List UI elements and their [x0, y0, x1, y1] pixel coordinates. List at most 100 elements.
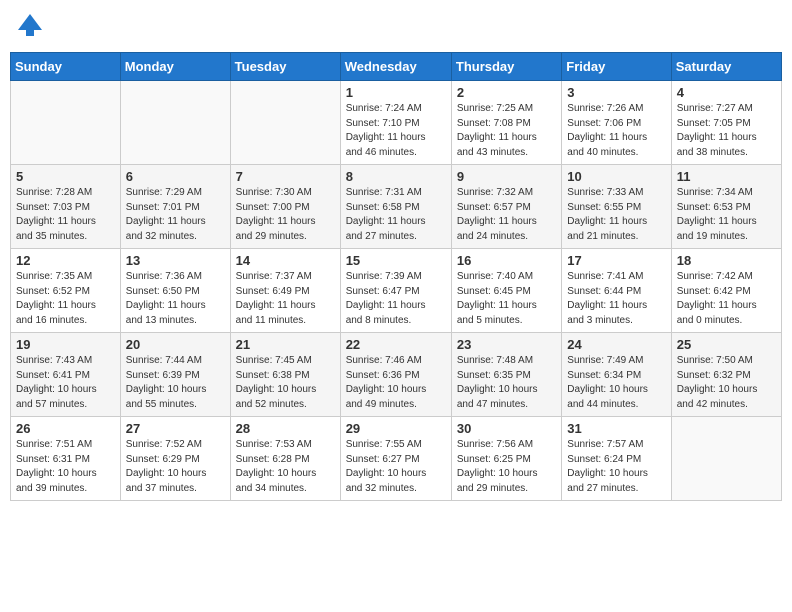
calendar-cell: 8Sunrise: 7:31 AM Sunset: 6:58 PM Daylig…: [340, 165, 451, 249]
day-info: Sunrise: 7:50 AM Sunset: 6:32 PM Dayligh…: [677, 354, 776, 412]
header-friday: Friday: [562, 53, 671, 81]
calendar-cell: 1Sunrise: 7:24 AM Sunset: 7:10 PM Daylig…: [340, 81, 451, 165]
day-info: Sunrise: 7:48 AM Sunset: 6:35 PM Dayligh…: [457, 354, 556, 412]
day-number: 6: [126, 169, 225, 184]
calendar-cell: 23 Sunrise: 7:48 AM Sunset: 6:35 PM Dayli…: [451, 333, 561, 417]
calendar-cell: 26 Sunrise: 7:51 AM Sunset: 6:31 PM Dayli…: [11, 417, 121, 501]
day-number: 24: [567, 337, 665, 352]
day-number: 10: [567, 169, 665, 184]
day-number: 3: [567, 85, 665, 100]
day-info: Sunrise: 7:29 AM Sunset: 7:01 PM Dayligh…: [126, 186, 225, 244]
day-info: Sunrise: 7:36 AM Sunset: 6:50 PM Dayligh…: [126, 270, 225, 328]
day-number: 21: [236, 337, 335, 352]
calendar-cell: 2 Sunrise: 7:25 AM Sunset: 7:08 PM Daylig…: [451, 81, 561, 165]
calendar-week-row: 5 Sunrise: 7:28 AM Sunset: 7:03 PM Daylig…: [11, 165, 782, 249]
day-number: 23: [457, 337, 556, 352]
calendar-table: SundayMondayTuesdayWednesdayThursdayFrid…: [10, 52, 782, 501]
calendar-cell: 5 Sunrise: 7:28 AM Sunset: 7:03 PM Daylig…: [11, 165, 121, 249]
calendar-cell: 29 Sunrise: 7:55 AM Sunset: 6:27 PM Dayli…: [340, 417, 451, 501]
calendar-cell: 31 Sunrise: 7:57 AM Sunset: 6:24 PM Dayli…: [562, 417, 671, 501]
day-number: 4: [677, 85, 776, 100]
day-info: Sunrise: 7:28 AM Sunset: 7:03 PM Dayligh…: [16, 186, 115, 244]
day-info: Sunrise: 7:43 AM Sunset: 6:41 PM Dayligh…: [16, 354, 115, 412]
day-number: 9: [457, 169, 556, 184]
day-number: 26: [16, 421, 115, 436]
header-monday: Monday: [120, 53, 230, 81]
calendar-cell: [120, 81, 230, 165]
header-thursday: Thursday: [451, 53, 561, 81]
calendar-cell: [671, 417, 781, 501]
calendar-cell: 16Sunrise: 7:40 AM Sunset: 6:45 PM Dayli…: [451, 249, 561, 333]
day-number: 31: [567, 421, 665, 436]
day-number: 29: [346, 421, 446, 436]
calendar-cell: 7 Sunrise: 7:30 AM Sunset: 7:00 PM Daylig…: [230, 165, 340, 249]
calendar-cell: 19 Sunrise: 7:43 AM Sunset: 6:41 PM Dayli…: [11, 333, 121, 417]
calendar-cell: 14 Sunrise: 7:37 AM Sunset: 6:49 PM Dayli…: [230, 249, 340, 333]
day-info: Sunrise: 7:46 AM Sunset: 6:36 PM Dayligh…: [346, 354, 446, 412]
calendar-cell: 24 Sunrise: 7:49 AM Sunset: 6:34 PM Dayli…: [562, 333, 671, 417]
day-info: Sunrise: 7:32 AM Sunset: 6:57 PM Dayligh…: [457, 186, 556, 244]
day-info: Sunrise: 7:26 AM Sunset: 7:06 PM Dayligh…: [567, 102, 665, 160]
day-number: 5: [16, 169, 115, 184]
logo-icon: [14, 10, 46, 42]
day-number: 27: [126, 421, 225, 436]
day-number: 28: [236, 421, 335, 436]
day-info: Sunrise: 7:57 AM Sunset: 6:24 PM Dayligh…: [567, 438, 665, 496]
page-header: [10, 10, 782, 42]
day-number: 2: [457, 85, 556, 100]
calendar-cell: 9 Sunrise: 7:32 AM Sunset: 6:57 PM Daylig…: [451, 165, 561, 249]
day-number: 15: [346, 253, 446, 268]
day-info: Sunrise: 7:30 AM Sunset: 7:00 PM Dayligh…: [236, 186, 335, 244]
calendar-cell: 4Sunrise: 7:27 AM Sunset: 7:05 PM Daylig…: [671, 81, 781, 165]
day-info: Sunrise: 7:40 AM Sunset: 6:45 PM Dayligh…: [457, 270, 556, 328]
calendar-cell: 11Sunrise: 7:34 AM Sunset: 6:53 PM Dayli…: [671, 165, 781, 249]
day-info: Sunrise: 7:37 AM Sunset: 6:49 PM Dayligh…: [236, 270, 335, 328]
header-tuesday: Tuesday: [230, 53, 340, 81]
day-info: Sunrise: 7:34 AM Sunset: 6:53 PM Dayligh…: [677, 186, 776, 244]
day-number: 14: [236, 253, 335, 268]
calendar-cell: 22Sunrise: 7:46 AM Sunset: 6:36 PM Dayli…: [340, 333, 451, 417]
calendar-cell: 28 Sunrise: 7:53 AM Sunset: 6:28 PM Dayli…: [230, 417, 340, 501]
day-number: 25: [677, 337, 776, 352]
calendar-header-row: SundayMondayTuesdayWednesdayThursdayFrid…: [11, 53, 782, 81]
day-info: Sunrise: 7:55 AM Sunset: 6:27 PM Dayligh…: [346, 438, 446, 496]
calendar-cell: 21Sunrise: 7:45 AM Sunset: 6:38 PM Dayli…: [230, 333, 340, 417]
calendar-cell: 3 Sunrise: 7:26 AM Sunset: 7:06 PM Daylig…: [562, 81, 671, 165]
day-info: Sunrise: 7:53 AM Sunset: 6:28 PM Dayligh…: [236, 438, 335, 496]
day-info: Sunrise: 7:31 AM Sunset: 6:58 PM Dayligh…: [346, 186, 446, 244]
day-number: 1: [346, 85, 446, 100]
day-info: Sunrise: 7:44 AM Sunset: 6:39 PM Dayligh…: [126, 354, 225, 412]
day-info: Sunrise: 7:41 AM Sunset: 6:44 PM Dayligh…: [567, 270, 665, 328]
calendar-cell: 13 Sunrise: 7:36 AM Sunset: 6:50 PM Dayli…: [120, 249, 230, 333]
day-info: Sunrise: 7:39 AM Sunset: 6:47 PM Dayligh…: [346, 270, 446, 328]
day-number: 13: [126, 253, 225, 268]
calendar-week-row: 26 Sunrise: 7:51 AM Sunset: 6:31 PM Dayli…: [11, 417, 782, 501]
calendar-cell: 17Sunrise: 7:41 AM Sunset: 6:44 PM Dayli…: [562, 249, 671, 333]
calendar-cell: [11, 81, 121, 165]
calendar-week-row: 19 Sunrise: 7:43 AM Sunset: 6:41 PM Dayli…: [11, 333, 782, 417]
day-info: Sunrise: 7:51 AM Sunset: 6:31 PM Dayligh…: [16, 438, 115, 496]
day-info: Sunrise: 7:49 AM Sunset: 6:34 PM Dayligh…: [567, 354, 665, 412]
calendar-cell: 20Sunrise: 7:44 AM Sunset: 6:39 PM Dayli…: [120, 333, 230, 417]
calendar-cell: 25 Sunrise: 7:50 AM Sunset: 6:32 PM Dayli…: [671, 333, 781, 417]
day-number: 18: [677, 253, 776, 268]
calendar-week-row: 12Sunrise: 7:35 AM Sunset: 6:52 PM Dayli…: [11, 249, 782, 333]
calendar-cell: [230, 81, 340, 165]
day-info: Sunrise: 7:42 AM Sunset: 6:42 PM Dayligh…: [677, 270, 776, 328]
logo: [14, 10, 50, 42]
calendar-cell: 12Sunrise: 7:35 AM Sunset: 6:52 PM Dayli…: [11, 249, 121, 333]
day-info: Sunrise: 7:52 AM Sunset: 6:29 PM Dayligh…: [126, 438, 225, 496]
day-number: 7: [236, 169, 335, 184]
header-sunday: Sunday: [11, 53, 121, 81]
calendar-cell: 6 Sunrise: 7:29 AM Sunset: 7:01 PM Daylig…: [120, 165, 230, 249]
calendar-cell: 10 Sunrise: 7:33 AM Sunset: 6:55 PM Dayli…: [562, 165, 671, 249]
day-number: 30: [457, 421, 556, 436]
calendar-cell: 27 Sunrise: 7:52 AM Sunset: 6:29 PM Dayli…: [120, 417, 230, 501]
calendar-week-row: 1Sunrise: 7:24 AM Sunset: 7:10 PM Daylig…: [11, 81, 782, 165]
day-number: 19: [16, 337, 115, 352]
day-info: Sunrise: 7:35 AM Sunset: 6:52 PM Dayligh…: [16, 270, 115, 328]
calendar-cell: 30Sunrise: 7:56 AM Sunset: 6:25 PM Dayli…: [451, 417, 561, 501]
day-info: Sunrise: 7:25 AM Sunset: 7:08 PM Dayligh…: [457, 102, 556, 160]
day-info: Sunrise: 7:33 AM Sunset: 6:55 PM Dayligh…: [567, 186, 665, 244]
calendar-cell: 18 Sunrise: 7:42 AM Sunset: 6:42 PM Dayli…: [671, 249, 781, 333]
